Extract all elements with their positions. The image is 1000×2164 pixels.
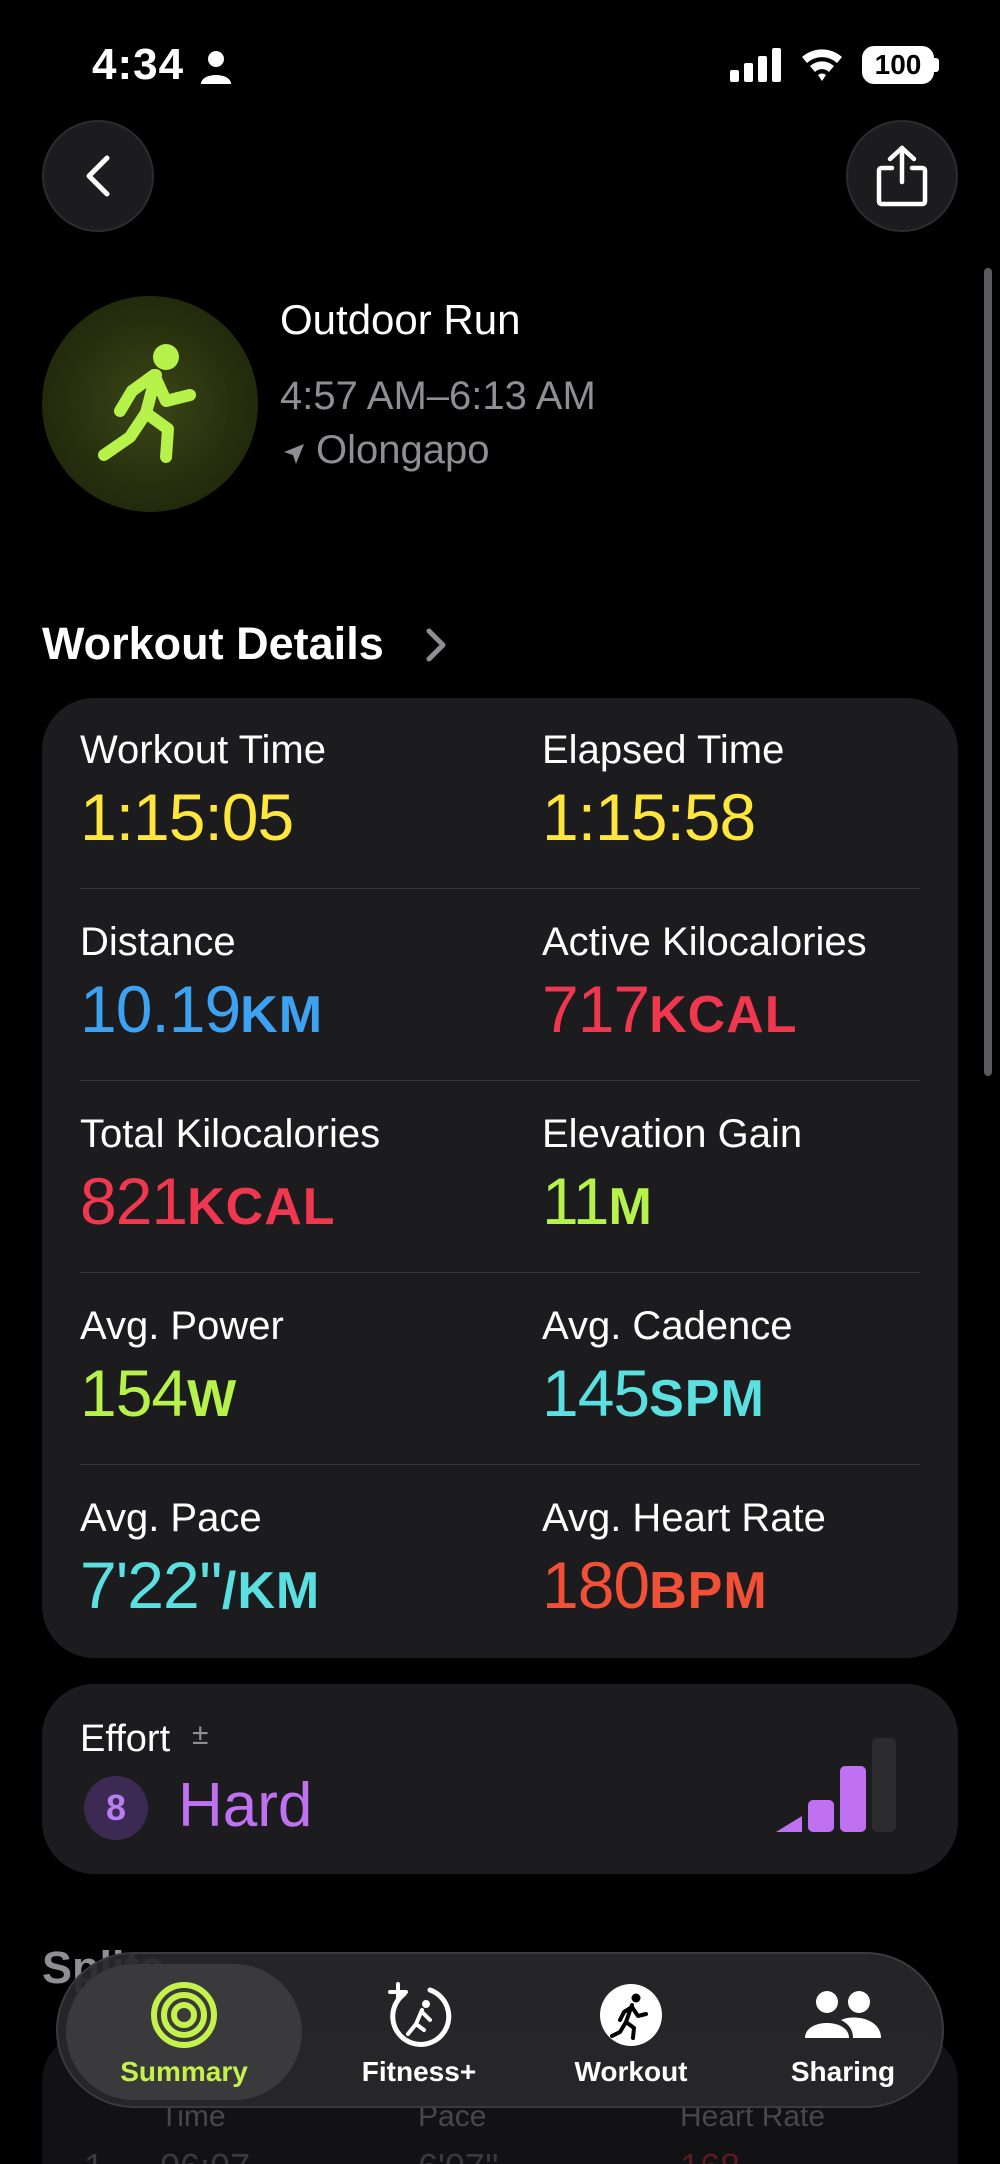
metric-elevation-gain: Elevation Gain 11M [542, 1112, 982, 1239]
metric-avg-heart-rate: Avg. Heart Rate 180BPM [542, 1496, 982, 1623]
metric-label: Elevation Gain [542, 1112, 803, 1156]
metric-value: 180BPM [542, 1548, 768, 1622]
fitness-plus-icon [388, 1982, 452, 2047]
cellular-signal-icon [730, 48, 781, 82]
person-icon [201, 51, 231, 84]
metric-value: 10.19KM [80, 972, 324, 1046]
split-heart-rate: 168 [680, 2146, 740, 2164]
tab-fitness-plus[interactable]: Fitness+ [314, 1964, 524, 2100]
metric-label: Avg. Pace [80, 1496, 262, 1540]
status-bar: 4:34 100 [0, 0, 1000, 130]
metric-label: Avg. Cadence [542, 1304, 793, 1348]
workout-time-range: 4:57 AM–6:13 AM [280, 374, 596, 418]
share-button[interactable] [846, 120, 958, 232]
metric-value: 821KCAL [80, 1164, 336, 1238]
status-time: 4:34 [92, 40, 185, 89]
metric-value: 11M [542, 1164, 653, 1238]
metric-label: Active Kilocalories [542, 920, 867, 964]
metric-avg-power: Avg. Power 154W [80, 1304, 520, 1431]
metric-label: Workout Time [80, 728, 326, 772]
tab-label: Summary [120, 2056, 248, 2087]
row-divider [80, 888, 920, 889]
metric-value: 1:15:05 [80, 780, 294, 854]
location-arrow-icon [284, 444, 304, 464]
tab-label: Workout [574, 2056, 688, 2087]
effort-rating: Hard [178, 1771, 313, 1840]
split-pace: 6'07'' [418, 2146, 499, 2164]
workout-type-title: Outdoor Run [280, 296, 521, 343]
metric-label: Avg. Heart Rate [542, 1496, 826, 1540]
metric-value: 7'22''/KM [80, 1548, 321, 1622]
metric-active-kilocalories: Active Kilocalories 717KCAL [542, 920, 982, 1047]
tab-label: Fitness+ [361, 2056, 477, 2087]
split-index: 1 [84, 2146, 104, 2164]
metric-value: 1:15:58 [542, 780, 756, 854]
tab-sharing[interactable]: Sharing [738, 1964, 948, 2100]
metric-label: Elapsed Time [542, 728, 785, 772]
row-divider [80, 1080, 920, 1081]
tab-label: Sharing [790, 2056, 896, 2087]
metric-label: Total Kilocalories [80, 1112, 381, 1156]
metric-avg-cadence: Avg. Cadence 145SPM [542, 1304, 982, 1431]
split-time: 06:07 [160, 2146, 250, 2164]
scroll-indicator[interactable] [984, 268, 992, 1076]
row-divider [80, 1464, 920, 1465]
chevron-right-icon[interactable] [424, 626, 448, 664]
chevron-left-icon [86, 155, 110, 197]
metric-label: Distance [80, 920, 236, 964]
people-icon [805, 1991, 881, 2038]
wifi-icon [802, 49, 842, 81]
outdoor-run-icon [98, 344, 196, 463]
tab-summary[interactable]: Summary [66, 1964, 302, 2100]
workout-details-card: Workout Time 1:15:05 Elapsed Time 1:15:5… [42, 698, 958, 1658]
effort-label: Effort [80, 1718, 171, 1760]
battery-indicator: 100 [862, 46, 934, 84]
tab-bar: Summary Fitness+ Workout Sharing [56, 1952, 944, 2108]
workout-location: Olongapo [316, 428, 490, 472]
metric-elapsed-time: Elapsed Time 1:15:58 [542, 728, 982, 855]
metric-total-kilocalories: Total Kilocalories 821KCAL [80, 1112, 520, 1239]
metric-label: Avg. Power [80, 1304, 284, 1348]
workout-details-header[interactable]: Workout Details [42, 618, 384, 670]
metric-value: 717KCAL [542, 972, 798, 1046]
share-icon [876, 145, 928, 207]
effort-adjust-icon[interactable]: ± [192, 1718, 208, 1752]
workout-runner-icon [600, 1984, 662, 2046]
metric-value: 154W [80, 1356, 238, 1430]
back-button[interactable] [42, 120, 154, 232]
effort-score-badge: 8 [84, 1776, 148, 1840]
activity-rings-icon [151, 1982, 217, 2048]
row-divider [80, 1272, 920, 1273]
metric-workout-time: Workout Time 1:15:05 [80, 728, 520, 855]
workout-type-avatar [42, 296, 258, 512]
tab-workout[interactable]: Workout [526, 1964, 736, 2100]
metric-avg-pace: Avg. Pace 7'22''/KM [80, 1496, 520, 1623]
battery-tip [934, 58, 939, 72]
effort-card[interactable]: Effort ± 8 Hard [42, 1684, 958, 1874]
metric-distance: Distance 10.19KM [80, 920, 520, 1047]
effort-level-bars-icon [776, 1738, 896, 1832]
metric-value: 145SPM [542, 1356, 765, 1430]
